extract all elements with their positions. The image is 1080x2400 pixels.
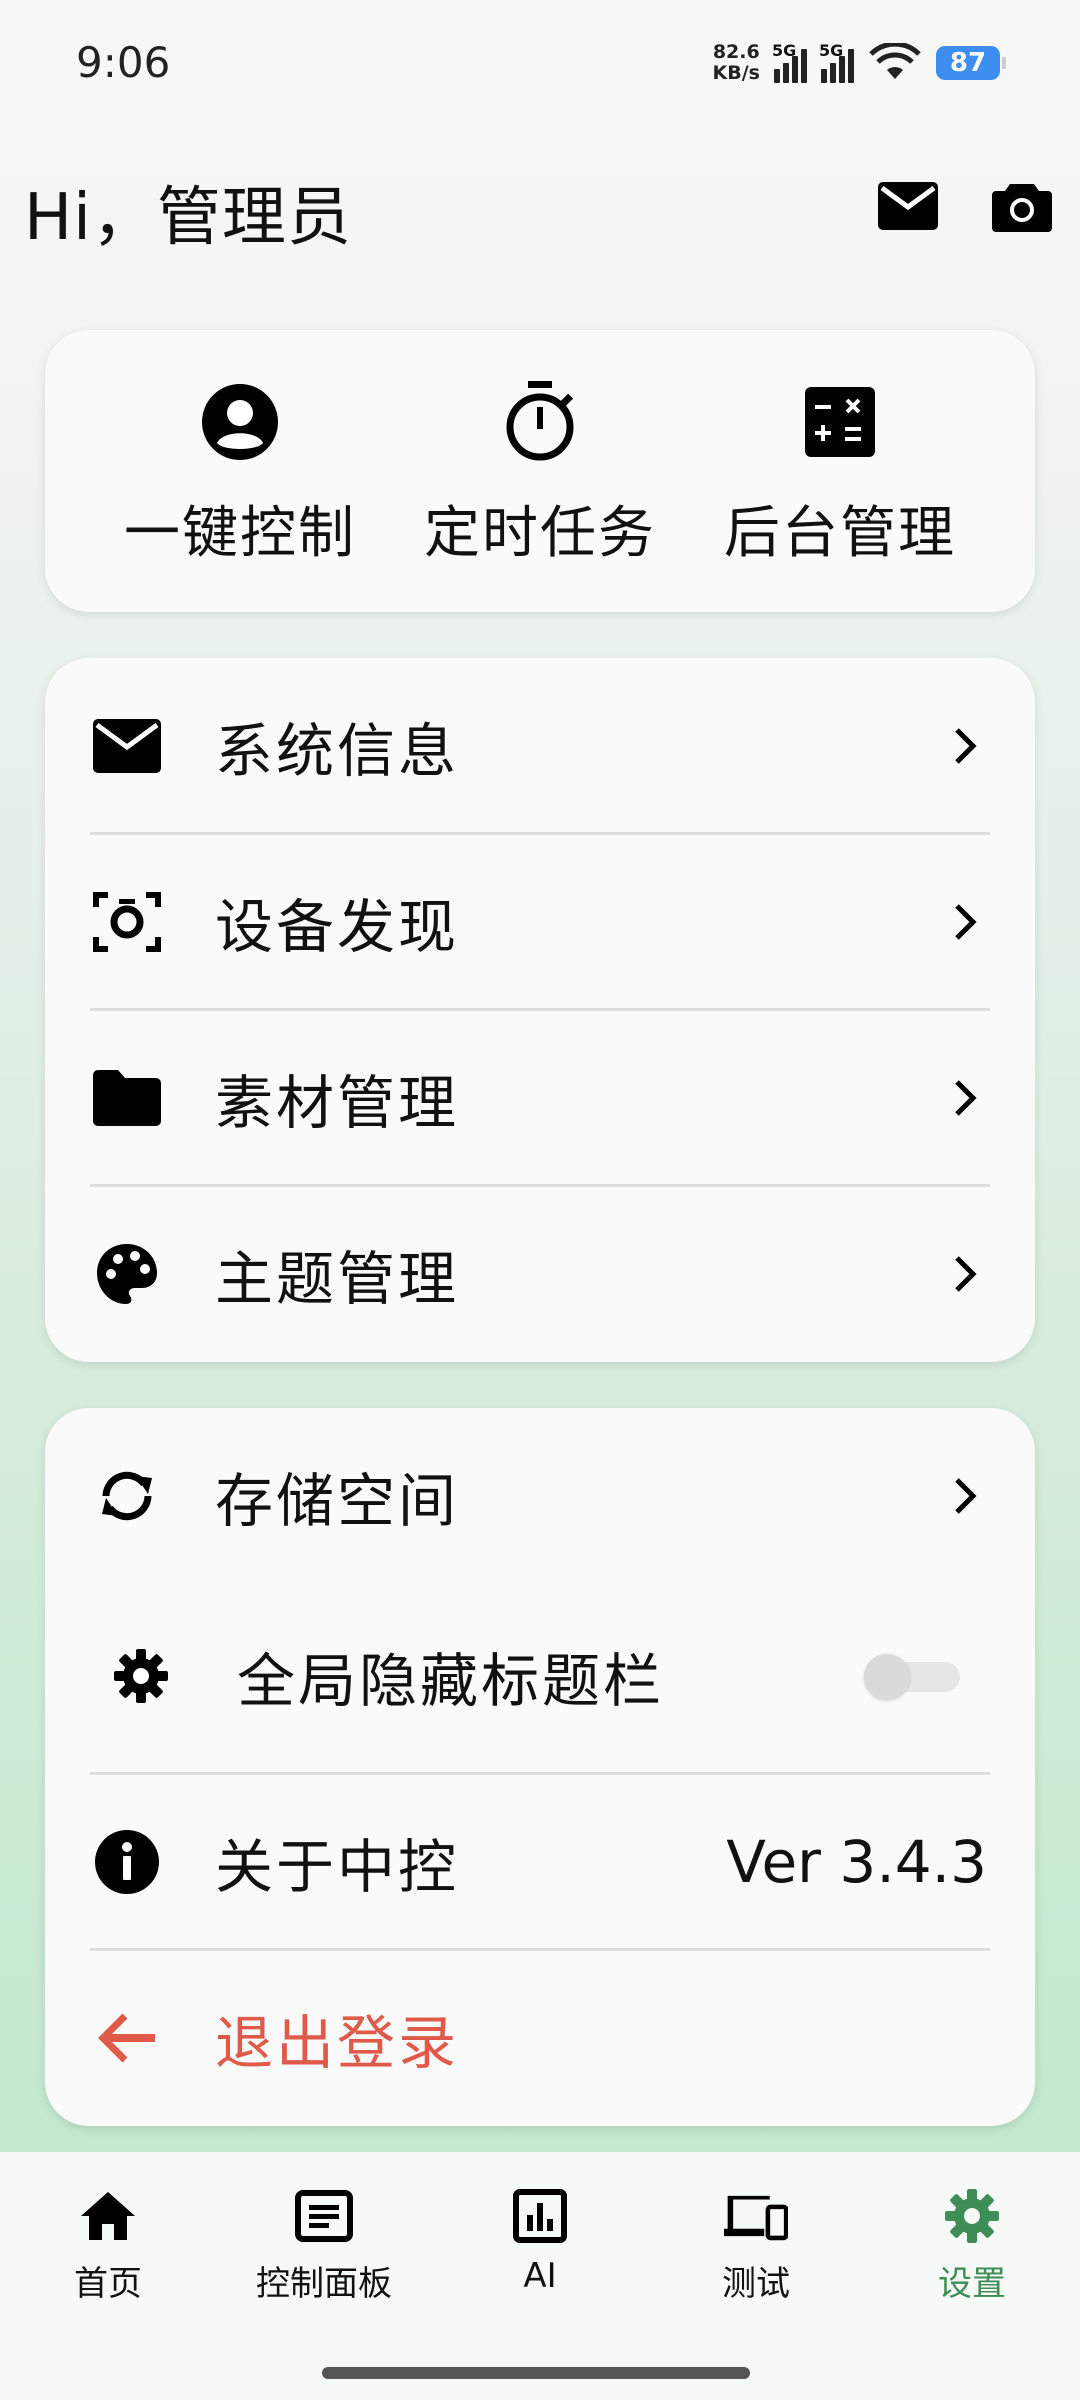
menu-item-label: 存储空间: [215, 1467, 460, 1535]
quick-action-label: 后台管理: [724, 501, 956, 566]
home-icon: [76, 2184, 140, 2248]
quick-action-label: 一键控制: [124, 501, 356, 566]
menu-item-label: 素材管理: [215, 1069, 460, 1137]
bar-chart-icon: [508, 2184, 572, 2248]
logout-label: 退出登录: [215, 2009, 460, 2077]
quick-action-one-key-control[interactable]: 一键控制: [90, 380, 390, 612]
menu-item-material-management[interactable]: 素材管理: [45, 1056, 1035, 1140]
menu-item-label: 系统信息: [215, 717, 460, 785]
chevron-right-icon: [945, 1466, 985, 1526]
bottom-navigation: 首页 控制面板 AI 测试 设置: [0, 2152, 1080, 2400]
quick-action-backend-management[interactable]: 后台管理: [690, 380, 990, 612]
menu-item-label: 关于中控: [215, 1833, 460, 1901]
menu-item-about[interactable]: 关于中控 Ver 3.4.3: [45, 1820, 1035, 1904]
article-icon: [292, 2184, 356, 2248]
mail-icon: [91, 710, 163, 782]
menu-item-label: 全局隐藏标题栏: [237, 1647, 665, 1715]
divider: [90, 1948, 990, 1951]
nav-item-test[interactable]: 测试: [656, 2184, 856, 2305]
nav-label: 首页: [74, 2264, 142, 2304]
menu-item-label: 设备发现: [215, 893, 460, 961]
network-speed-unit: KB/s: [712, 62, 760, 84]
divider: [90, 1184, 990, 1187]
nav-label: AI: [523, 2256, 557, 2296]
sim1-label: 5G: [772, 41, 797, 60]
signal-sim2-icon: 5G: [819, 41, 854, 83]
menu-card-secondary: 存储空间 全局隐藏标题栏 关于中控 Ver 3.4.3 退出登录: [45, 1408, 1035, 2126]
nav-label: 设置: [938, 2264, 1006, 2304]
nav-label: 测试: [722, 2264, 790, 2304]
greeting-title: Hi，管理员: [24, 181, 352, 255]
nav-item-settings[interactable]: 设置: [872, 2184, 1072, 2305]
nav-label: 控制面板: [256, 2264, 392, 2304]
devices-icon: [724, 2184, 788, 2248]
timer-icon: [498, 380, 582, 464]
home-indicator[interactable]: [322, 2367, 750, 2379]
network-speed: 82.6 KB/s: [713, 42, 760, 84]
divider: [90, 1008, 990, 1011]
menu-item-device-discovery[interactable]: 设备发现: [45, 880, 1035, 964]
account-circle-icon: [198, 380, 282, 464]
logout-button[interactable]: 退出登录: [45, 1996, 1035, 2080]
nav-item-home[interactable]: 首页: [8, 2184, 208, 2305]
status-icons: 82.6 KB/s 5G 5G 87: [713, 38, 1006, 88]
status-bar: 9:06 82.6 KB/s 5G 5G 87: [0, 0, 1080, 130]
divider: [90, 832, 990, 835]
info-icon: [91, 1826, 163, 1898]
menu-item-theme-management[interactable]: 主题管理: [45, 1232, 1035, 1316]
camera-icon[interactable]: [990, 176, 1054, 236]
nav-item-ai[interactable]: AI: [440, 2184, 640, 2296]
chevron-right-icon: [945, 1244, 985, 1304]
wifi-icon: [869, 43, 921, 79]
quick-actions-card: 一键控制 定时任务 后台管理: [45, 330, 1035, 612]
hide-title-bar-toggle[interactable]: [864, 1654, 960, 1700]
palette-icon: [91, 1238, 163, 1310]
battery-indicator: 87: [936, 46, 1006, 80]
nav-item-control-panel[interactable]: 控制面板: [224, 2184, 424, 2305]
quick-action-label: 定时任务: [424, 501, 656, 566]
sync-icon: [91, 1460, 163, 1532]
version-text: Ver 3.4.3: [726, 1828, 987, 1896]
menu-card-primary: 系统信息 设备发现 素材管理 主题管理: [45, 658, 1035, 1362]
toggle-knob: [864, 1654, 910, 1700]
menu-item-storage[interactable]: 存储空间: [45, 1454, 1035, 1538]
chevron-right-icon: [945, 1068, 985, 1128]
menu-item-label: 主题管理: [215, 1245, 460, 1313]
folder-icon: [91, 1062, 163, 1134]
gear-icon: [940, 2184, 1004, 2248]
signal-sim1-icon: 5G: [772, 41, 807, 83]
sim2-label: 5G: [819, 41, 844, 60]
network-speed-value: 82.6: [712, 41, 760, 63]
quick-action-scheduled-task[interactable]: 定时任务: [390, 380, 690, 612]
device-scan-icon: [91, 886, 163, 958]
calculator-icon: [798, 380, 882, 464]
arrow-left-icon: [91, 2002, 163, 2074]
chevron-right-icon: [945, 716, 985, 776]
status-time: 9:06: [76, 38, 171, 87]
mail-icon[interactable]: [876, 176, 940, 236]
menu-item-system-info[interactable]: 系统信息: [45, 704, 1035, 788]
divider: [90, 1772, 990, 1775]
chevron-right-icon: [945, 892, 985, 952]
gear-icon: [105, 1640, 177, 1712]
menu-item-hide-title-bar: 全局隐藏标题栏: [45, 1636, 1035, 1716]
